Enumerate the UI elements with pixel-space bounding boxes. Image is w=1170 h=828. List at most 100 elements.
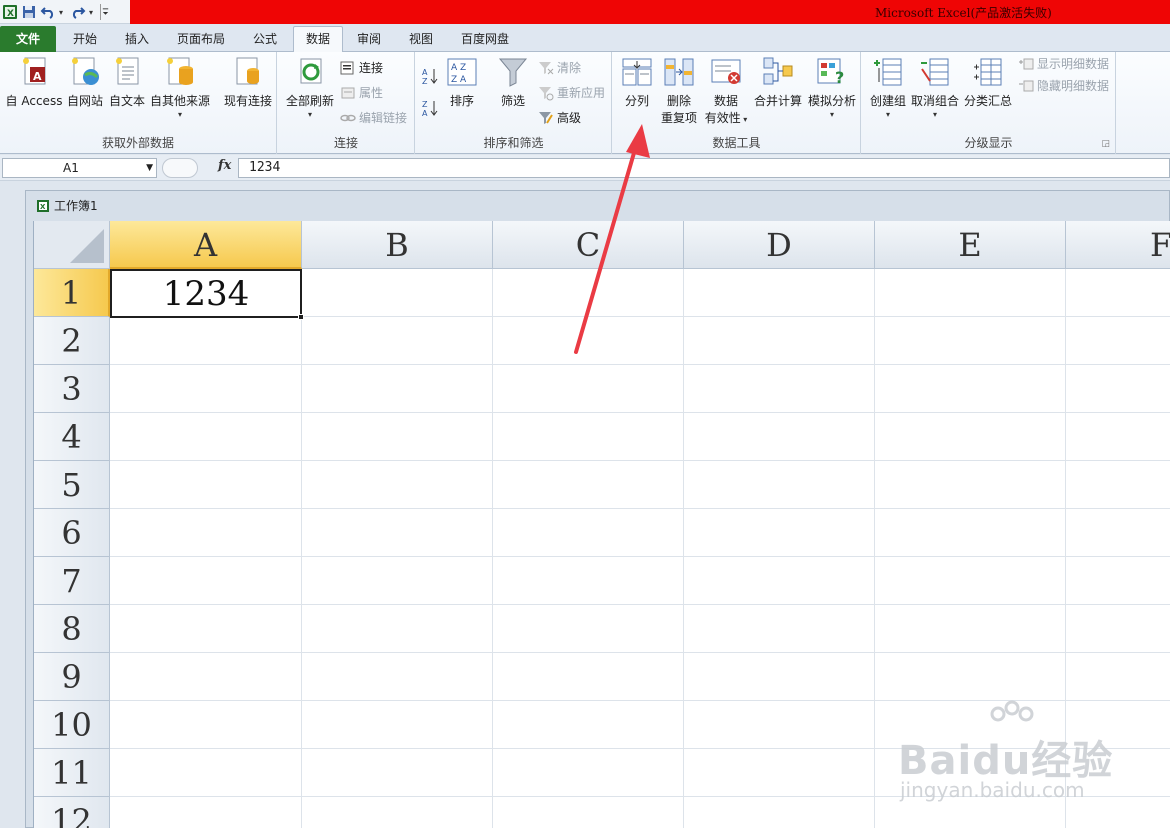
- refresh-dropdown-icon[interactable]: ▾: [284, 110, 336, 120]
- from-web-button[interactable]: 自网站: [64, 55, 106, 110]
- insert-function-icon[interactable]: fx: [218, 158, 231, 173]
- reapply-icon: [539, 87, 554, 101]
- redo-dropdown-icon[interactable]: ▾: [89, 8, 97, 17]
- group-connections: 全部刷新 ▾ 连接 属性 编辑链接 连接: [278, 52, 415, 154]
- gridline-horizontal: [110, 652, 1170, 653]
- text-file-icon: [116, 57, 139, 85]
- column-header-e[interactable]: E: [875, 221, 1066, 269]
- row-header-3[interactable]: 3: [34, 365, 110, 413]
- column-header-c[interactable]: C: [493, 221, 684, 269]
- edit-links-button[interactable]: 编辑链接: [340, 108, 407, 128]
- row-header-1[interactable]: 1: [34, 269, 110, 317]
- undo-dropdown-icon[interactable]: ▾: [59, 8, 67, 17]
- gridline-vertical: [492, 269, 493, 828]
- what-if-icon: ?: [817, 58, 844, 87]
- filter-button[interactable]: 筛选: [494, 55, 532, 110]
- column-header-d[interactable]: D: [684, 221, 875, 269]
- group-data-tools: 分列 删除 重复项 数据 有效性 ▾ 合并计算 ? 模拟分析 ▾ 数据工具: [613, 52, 861, 154]
- existing-connections-button[interactable]: 现有连接: [220, 55, 276, 110]
- row-header-11[interactable]: 11: [34, 749, 110, 797]
- ungroup-button[interactable]: 取消组合 ▾: [910, 55, 960, 120]
- consolidate-button[interactable]: 合并计算: [751, 55, 805, 110]
- sort-descending-button[interactable]: ZA: [422, 98, 440, 118]
- sort-button[interactable]: A ZZ A 排序: [444, 55, 480, 110]
- tab-formulas[interactable]: 公式: [242, 27, 288, 52]
- connections-icon: [340, 61, 354, 75]
- chain-link-icon: [340, 114, 356, 122]
- group-label-connections: 连接: [333, 136, 358, 150]
- row-header-10[interactable]: 10: [34, 701, 110, 749]
- group-label-sort-filter: 排序和筛选: [483, 136, 544, 150]
- refresh-all-button[interactable]: 全部刷新 ▾: [284, 55, 336, 120]
- dialog-launcher-icon[interactable]: ◲: [1101, 139, 1110, 149]
- what-if-dropdown-icon[interactable]: ▾: [805, 110, 859, 120]
- group-outline: 创建组 ▾ 取消组合 ▾ 分类汇总 显示明细数据 隐藏明细数据 分级显示 ◲: [862, 52, 1116, 154]
- row-header-6[interactable]: 6: [34, 509, 110, 557]
- funnel-icon: [498, 58, 528, 87]
- name-box-dropdown-icon[interactable]: ▼: [146, 159, 153, 177]
- tab-baidu-netdisk[interactable]: 百度网盘: [450, 27, 520, 52]
- from-access-button[interactable]: A 自 Access: [4, 55, 64, 110]
- row-header-7[interactable]: 7: [34, 557, 110, 605]
- other-sources-dropdown-icon[interactable]: ▾: [148, 110, 212, 120]
- group-dropdown-icon[interactable]: ▾: [866, 110, 910, 120]
- row-header-8[interactable]: 8: [34, 605, 110, 653]
- row-header-12[interactable]: 12: [34, 797, 110, 828]
- ungroup-icon: [921, 58, 949, 86]
- data-validation-button[interactable]: 数据 有效性 ▾: [703, 55, 749, 127]
- from-other-sources-button[interactable]: 自其他来源 ▾: [148, 55, 212, 120]
- gridline-vertical: [683, 269, 684, 828]
- fill-handle[interactable]: [298, 314, 304, 320]
- row-header-2[interactable]: 2: [34, 317, 110, 365]
- gridline-horizontal: [110, 604, 1170, 605]
- ungroup-dropdown-icon[interactable]: ▾: [910, 110, 960, 120]
- column-header-b[interactable]: B: [302, 221, 493, 269]
- validation-dropdown-icon[interactable]: ▾: [741, 115, 747, 124]
- gridline-horizontal: [110, 508, 1170, 509]
- advanced-filter-button[interactable]: 高级: [538, 108, 581, 128]
- formula-input[interactable]: 1234: [238, 158, 1170, 178]
- group-label-outline: 分级显示: [964, 136, 1013, 150]
- redo-icon[interactable]: [70, 4, 86, 20]
- column-header-f[interactable]: F: [1066, 221, 1170, 269]
- subtotal-button[interactable]: 分类汇总: [962, 55, 1014, 110]
- row-header-5[interactable]: 5: [34, 461, 110, 509]
- properties-button[interactable]: 属性: [340, 83, 383, 103]
- sort-ascending-button[interactable]: AZ: [422, 66, 440, 86]
- window-title: Microsoft Excel(产品激活失败): [875, 6, 1052, 20]
- select-all-button[interactable]: [34, 221, 110, 269]
- tab-file[interactable]: 文件: [0, 26, 56, 52]
- save-icon[interactable]: [21, 4, 37, 20]
- hide-detail-button[interactable]: 隐藏明细数据: [1018, 76, 1109, 96]
- from-text-button[interactable]: 自文本: [106, 55, 148, 110]
- undo-icon[interactable]: [40, 4, 56, 20]
- cell-a1[interactable]: 1234: [110, 269, 302, 318]
- formula-bar-splitter[interactable]: [162, 158, 198, 178]
- tab-page-layout[interactable]: 页面布局: [166, 27, 236, 52]
- tab-review[interactable]: 审阅: [346, 27, 392, 52]
- show-detail-button[interactable]: 显示明细数据: [1018, 54, 1109, 74]
- reapply-button[interactable]: 重新应用: [538, 83, 605, 103]
- svg-text:X: X: [7, 9, 14, 19]
- what-if-analysis-button[interactable]: ? 模拟分析 ▾: [805, 55, 859, 120]
- sort-az-icon: AZ: [422, 68, 438, 86]
- svg-text:Z A: Z A: [451, 75, 467, 85]
- connections-button[interactable]: 连接: [340, 58, 383, 78]
- customize-qat-icon[interactable]: [100, 4, 110, 20]
- clear-filter-button[interactable]: 清除: [538, 58, 581, 78]
- name-box[interactable]: A1 ▼: [2, 158, 157, 178]
- row-header-9[interactable]: 9: [34, 653, 110, 701]
- text-to-columns-button[interactable]: 分列: [619, 55, 655, 110]
- title-bar: X ▾ ▾ Microsoft Excel(产品激活失败): [0, 0, 1170, 24]
- column-header-a[interactable]: A: [110, 221, 302, 269]
- properties-icon: [341, 87, 355, 99]
- tab-home[interactable]: 开始: [62, 27, 108, 52]
- tab-data[interactable]: 数据: [293, 26, 343, 52]
- tab-insert[interactable]: 插入: [114, 27, 160, 52]
- svg-text:A Z: A Z: [451, 63, 466, 73]
- excel-icon[interactable]: X: [2, 4, 18, 20]
- row-header-4[interactable]: 4: [34, 413, 110, 461]
- group-button[interactable]: 创建组 ▾: [866, 55, 910, 120]
- tab-view[interactable]: 视图: [398, 27, 444, 52]
- remove-duplicates-button[interactable]: 删除 重复项: [657, 55, 701, 127]
